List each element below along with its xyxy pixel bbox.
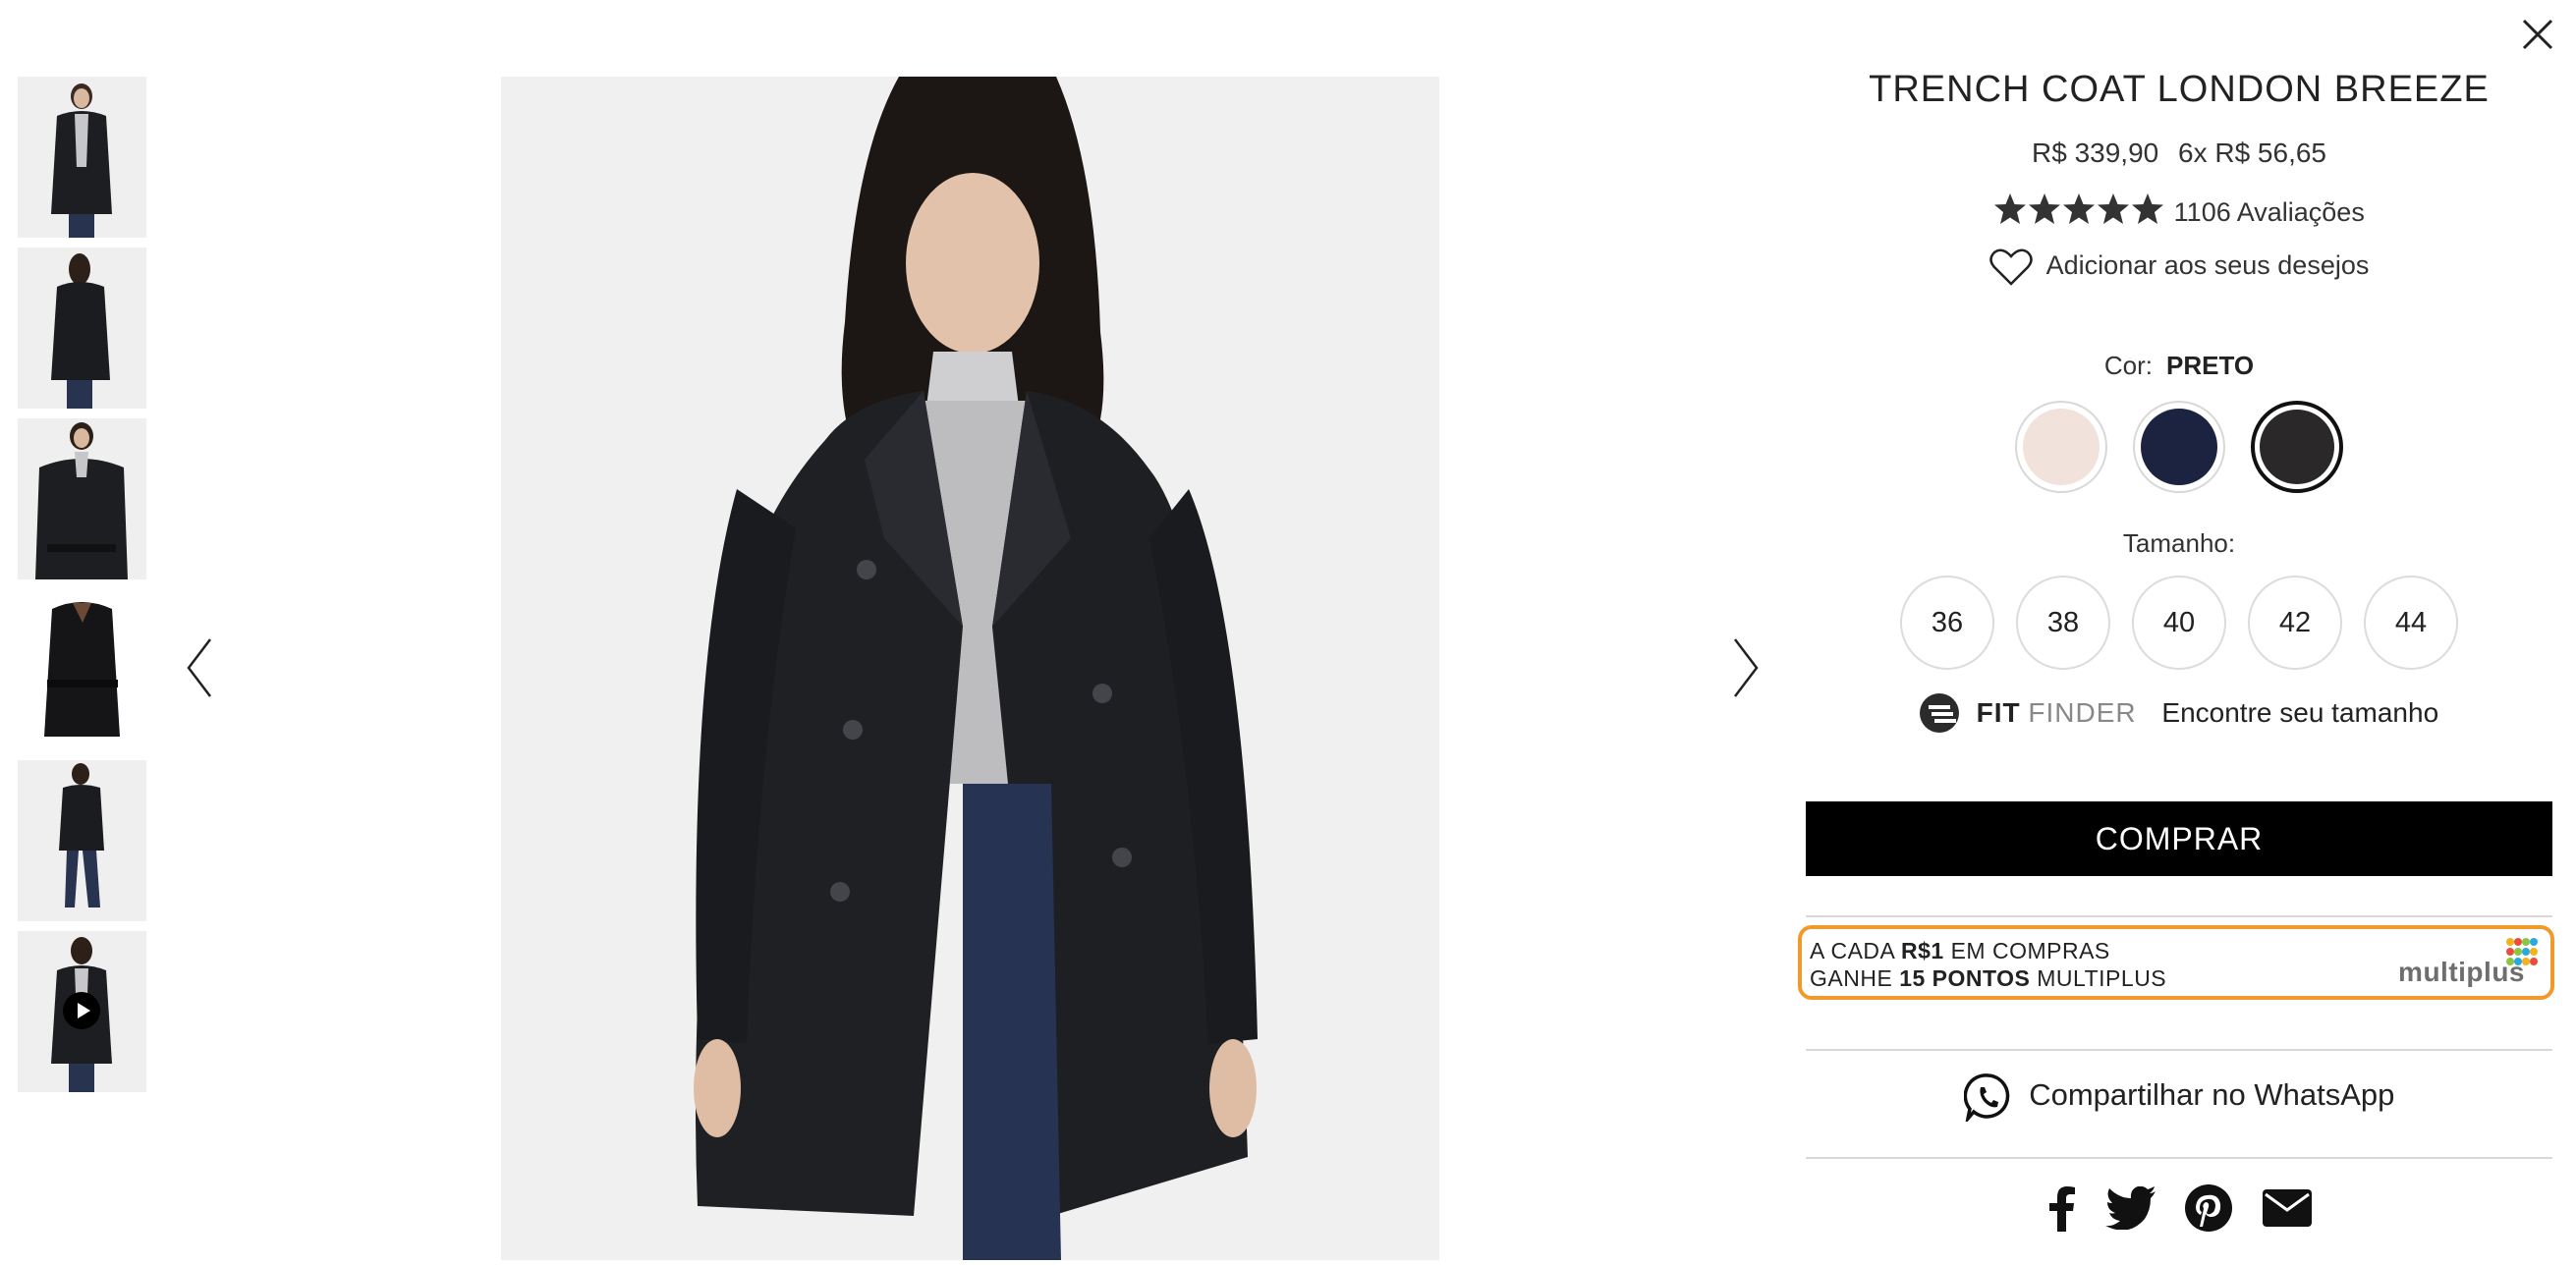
thumbnail-4[interactable] bbox=[18, 589, 146, 750]
twitter-icon[interactable] bbox=[2104, 1185, 2156, 1235]
rating-row[interactable]: 1106 Avaliações bbox=[1806, 192, 2552, 233]
multiplus-logo: multiplus bbox=[2391, 937, 2539, 994]
wishlist-label: Adicionar aos seus desejos bbox=[2045, 250, 2370, 281]
close-icon[interactable] bbox=[2515, 12, 2560, 57]
thumbnail-6-video[interactable] bbox=[18, 931, 146, 1092]
color-label-text: Cor: bbox=[2103, 351, 2153, 380]
promo-line1-bold: R$1 bbox=[1900, 938, 1944, 963]
size-42[interactable]: 42 bbox=[2248, 576, 2342, 670]
color-label: Cor: PRETO bbox=[1806, 351, 2552, 381]
swatch-preto[interactable] bbox=[2251, 401, 2344, 493]
reviews-count[interactable]: 1106 Avaliações bbox=[2174, 197, 2365, 227]
fit-finder-link[interactable]: FIT FINDER Encontre seu tamanho bbox=[1806, 693, 2552, 733]
color-swatches bbox=[1806, 401, 2552, 498]
size-44[interactable]: 44 bbox=[2364, 576, 2458, 670]
promo-line2-pre: GANHE bbox=[1810, 965, 1900, 991]
thumbnail-list bbox=[18, 77, 146, 1102]
size-options: 36 38 40 42 44 bbox=[1806, 576, 2552, 670]
divider bbox=[1806, 1157, 2552, 1159]
whatsapp-label: Compartilhar no WhatsApp bbox=[2029, 1077, 2395, 1113]
facebook-icon[interactable] bbox=[2045, 1184, 2077, 1237]
installments: 6x R$ 56,65 bbox=[2178, 138, 2326, 168]
whatsapp-icon bbox=[1963, 1073, 2009, 1126]
swatch-bege[interactable] bbox=[2014, 401, 2107, 493]
fit-finder-text: Encontre seu tamanho bbox=[2161, 697, 2439, 728]
promo-text: A CADA R$1 EM COMPRAS GANHE 15 PONTOS MU… bbox=[1810, 937, 2166, 992]
divider bbox=[1806, 1049, 2552, 1051]
fit-finder-brand-bold: FIT bbox=[1976, 697, 2021, 728]
product-title: TRENCH COAT LONDON BREEZE bbox=[1869, 69, 2490, 110]
next-arrow-icon[interactable] bbox=[1725, 633, 1764, 702]
divider bbox=[1806, 915, 2552, 917]
thumbnail-3[interactable] bbox=[18, 418, 146, 579]
stars-icon bbox=[1993, 192, 2166, 233]
promo-line1-post: EM COMPRAS bbox=[1943, 938, 2110, 963]
thumbnail-2[interactable] bbox=[18, 248, 146, 409]
fit-finder-brand-light: FINDER bbox=[2028, 697, 2137, 728]
price-row: R$ 339,90 6x R$ 56,65 bbox=[1806, 138, 2552, 169]
size-38[interactable]: 38 bbox=[2016, 576, 2110, 670]
social-share-icons bbox=[1806, 1183, 2552, 1238]
play-icon[interactable] bbox=[63, 992, 100, 1029]
main-product-image[interactable] bbox=[501, 77, 1439, 1260]
multiplus-logo-text: multiplus bbox=[2398, 957, 2525, 987]
buy-button[interactable]: COMPRAR bbox=[1806, 801, 2552, 876]
thumbnail-5[interactable] bbox=[18, 760, 146, 921]
promo-line2-bold: 15 PONTOS bbox=[1899, 965, 2031, 991]
size-40[interactable]: 40 bbox=[2132, 576, 2226, 670]
fit-finder-icon bbox=[1919, 693, 1959, 733]
promo-line2-post: MULTIPLUS bbox=[2030, 965, 2167, 991]
swatch-marinho[interactable] bbox=[2133, 401, 2225, 493]
price: R$ 339,90 bbox=[2032, 138, 2159, 168]
size-36[interactable]: 36 bbox=[1900, 576, 1994, 670]
multiplus-promo-banner[interactable]: A CADA R$1 EM COMPRAS GANHE 15 PONTOS MU… bbox=[1798, 925, 2554, 1000]
email-icon[interactable] bbox=[2262, 1188, 2313, 1233]
promo-line1-pre: A CADA bbox=[1810, 938, 1901, 963]
pinterest-icon[interactable] bbox=[2184, 1183, 2233, 1238]
whatsapp-share-button[interactable]: Compartilhar no WhatsApp bbox=[1806, 1072, 2552, 1126]
size-label: Tamanho: bbox=[2122, 528, 2236, 558]
selected-color: PRETO bbox=[2166, 351, 2255, 380]
heart-icon bbox=[1988, 248, 2033, 286]
thumbnail-1[interactable] bbox=[18, 77, 146, 238]
prev-arrow-icon[interactable] bbox=[181, 633, 220, 702]
wishlist-button[interactable]: Adicionar aos seus desejos bbox=[1806, 248, 2552, 287]
